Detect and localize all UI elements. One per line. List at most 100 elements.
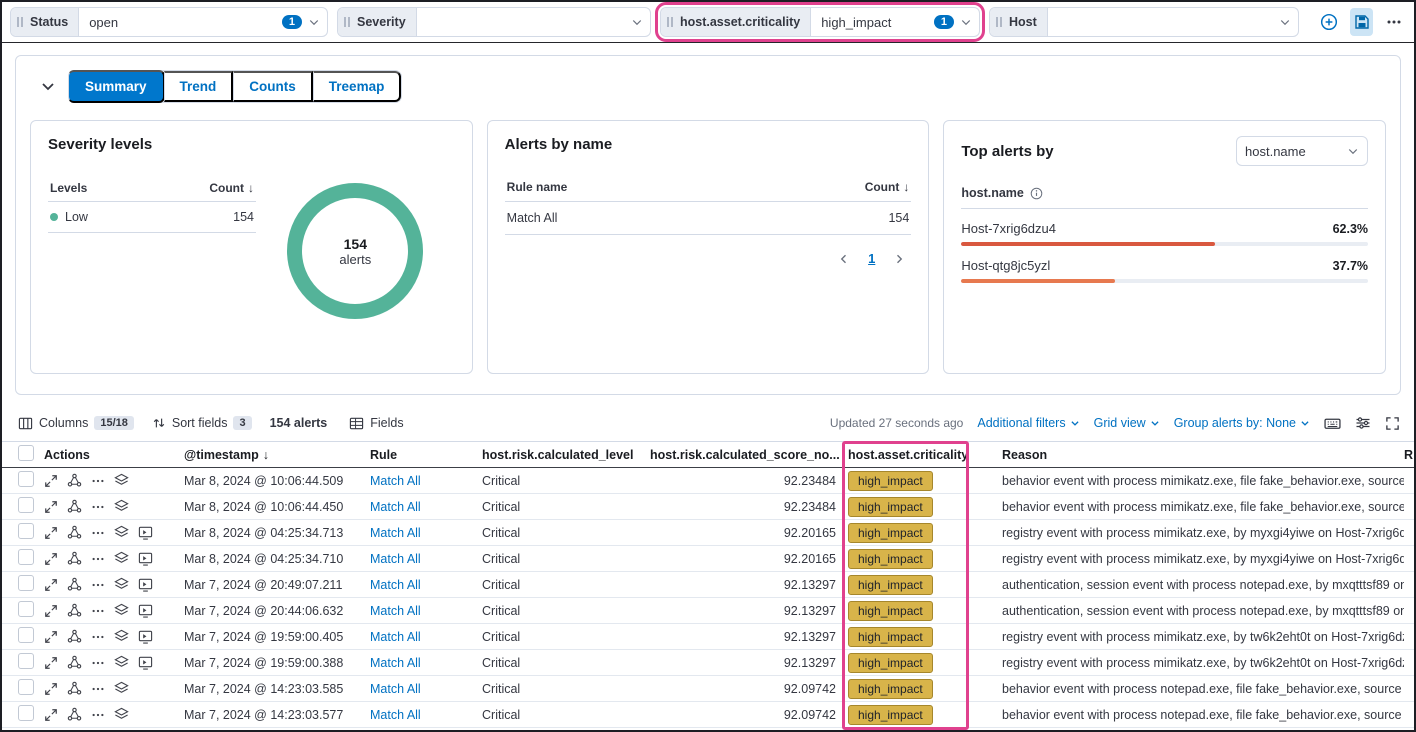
chevron-down-icon[interactable] [1277, 16, 1298, 28]
more-actions-icon[interactable] [91, 474, 105, 488]
chevron-down-icon[interactable] [629, 16, 650, 28]
next-page-icon[interactable] [893, 253, 905, 265]
expand-alert-icon[interactable] [44, 656, 58, 670]
sort-fields-button[interactable]: Sort fields 3 [152, 416, 252, 430]
more-actions-icon[interactable] [91, 500, 105, 514]
timeline-layers-icon[interactable] [114, 577, 129, 592]
cell-reason[interactable]: registry event with process mimikatz.exe… [978, 656, 1404, 670]
more-actions-icon[interactable] [91, 656, 105, 670]
more-actions-icon[interactable] [91, 604, 105, 618]
row-checkbox[interactable] [18, 575, 34, 591]
fullscreen-icon[interactable] [1385, 416, 1400, 431]
session-view-icon[interactable] [138, 551, 153, 566]
host-name[interactable]: Host-qtg8jc5yzl [961, 258, 1050, 273]
filter-pill[interactable]: Status open 1 [10, 7, 328, 37]
rule-link[interactable]: Match All [370, 630, 421, 644]
analyze-event-icon[interactable] [67, 681, 82, 696]
drag-handle-icon[interactable] [994, 15, 1004, 29]
timeline-layers-icon[interactable] [114, 473, 129, 488]
host-name[interactable]: Host-7xrig6dzu4 [961, 221, 1056, 236]
rule-link[interactable]: Match All [370, 474, 421, 488]
timeline-layers-icon[interactable] [114, 525, 129, 540]
expand-alert-icon[interactable] [44, 474, 58, 488]
summary-tab[interactable]: Trend [164, 71, 234, 102]
analyze-event-icon[interactable] [67, 655, 82, 670]
cell-reason[interactable]: registry event with process mimikatz.exe… [978, 526, 1404, 540]
collapse-chevron-icon[interactable] [40, 78, 56, 94]
timeline-layers-icon[interactable] [114, 681, 129, 696]
rule-link[interactable]: Match All [370, 682, 421, 696]
expand-alert-icon[interactable] [44, 708, 58, 722]
expand-alert-icon[interactable] [44, 578, 58, 592]
chevron-down-icon[interactable] [958, 16, 979, 28]
more-actions-icon[interactable] [91, 630, 105, 644]
drag-handle-icon[interactable] [342, 15, 352, 29]
rule-link[interactable]: Match All [370, 604, 421, 618]
analyze-event-icon[interactable] [67, 629, 82, 644]
analyze-event-icon[interactable] [67, 473, 82, 488]
drag-handle-icon[interactable] [15, 15, 25, 29]
session-view-icon[interactable] [138, 603, 153, 618]
row-checkbox[interactable] [18, 705, 34, 721]
session-view-icon[interactable] [138, 577, 153, 592]
cell-reason[interactable]: authentication, session event with proce… [978, 604, 1404, 618]
session-view-icon[interactable] [138, 629, 153, 644]
add-filter-button[interactable] [1317, 8, 1341, 36]
select-all-checkbox[interactable] [18, 445, 34, 461]
rule-link[interactable]: Match All [370, 656, 421, 670]
analyze-event-icon[interactable] [67, 525, 82, 540]
timeline-layers-icon[interactable] [114, 707, 129, 722]
analyze-event-icon[interactable] [67, 707, 82, 722]
row-checkbox[interactable] [18, 549, 34, 565]
analyze-event-icon[interactable] [67, 551, 82, 566]
row-checkbox[interactable] [18, 471, 34, 487]
summary-tab[interactable]: Counts [233, 71, 313, 102]
expand-alert-icon[interactable] [44, 552, 58, 566]
filter-pill[interactable]: Severity [337, 7, 651, 37]
keyboard-shortcuts-icon[interactable] [1324, 415, 1341, 432]
timeline-layers-icon[interactable] [114, 629, 129, 644]
row-checkbox[interactable] [18, 679, 34, 695]
expand-alert-icon[interactable] [44, 526, 58, 540]
row-checkbox[interactable] [18, 653, 34, 669]
expand-alert-icon[interactable] [44, 604, 58, 618]
rule-link[interactable]: Match All [370, 708, 421, 722]
expand-alert-icon[interactable] [44, 500, 58, 514]
cell-reason[interactable]: behavior event with process notepad.exe,… [978, 708, 1404, 722]
display-options-icon[interactable] [1355, 415, 1371, 431]
more-actions-icon[interactable] [91, 682, 105, 696]
row-checkbox[interactable] [18, 497, 34, 513]
row-checkbox[interactable] [18, 601, 34, 617]
summary-tab[interactable]: Treemap [313, 71, 402, 102]
columns-button[interactable]: Columns 15/18 [18, 416, 134, 431]
header-risk-level[interactable]: host.risk.calculated_level [482, 448, 650, 462]
info-icon[interactable] [1030, 187, 1043, 200]
timeline-layers-icon[interactable] [114, 655, 129, 670]
cell-reason[interactable]: registry event with process mimikatz.exe… [978, 630, 1404, 644]
count-col[interactable]: Count↓ [865, 180, 910, 194]
severity-col-count[interactable]: Count↓ [209, 181, 254, 195]
rule-link[interactable]: Match All [370, 552, 421, 566]
group-alerts-button[interactable]: Group alerts by: None [1174, 416, 1310, 430]
more-actions-icon[interactable] [91, 578, 105, 592]
cell-reason[interactable]: authentication, session event with proce… [978, 578, 1404, 592]
filter-pill[interactable]: Host [989, 7, 1299, 37]
header-criticality[interactable]: host.asset.criticality [848, 448, 978, 462]
save-query-button[interactable] [1350, 8, 1374, 36]
cell-reason[interactable]: behavior event with process mimikatz.exe… [978, 500, 1404, 514]
filter-more-button[interactable] [1382, 8, 1406, 36]
timeline-layers-icon[interactable] [114, 603, 129, 618]
expand-alert-icon[interactable] [44, 682, 58, 696]
more-actions-icon[interactable] [91, 708, 105, 722]
more-actions-icon[interactable] [91, 526, 105, 540]
header-risk-score[interactable]: host.risk.calculated_score_no... [650, 448, 848, 462]
timeline-layers-icon[interactable] [114, 551, 129, 566]
more-actions-icon[interactable] [91, 552, 105, 566]
header-rule[interactable]: Rule [370, 448, 482, 462]
expand-alert-icon[interactable] [44, 630, 58, 644]
grid-view-button[interactable]: Grid view [1094, 416, 1160, 430]
cell-reason[interactable]: registry event with process mimikatz.exe… [978, 552, 1404, 566]
session-view-icon[interactable] [138, 525, 153, 540]
header-timestamp[interactable]: @timestamp↓ [184, 448, 370, 462]
additional-filters-button[interactable]: Additional filters [977, 416, 1079, 430]
